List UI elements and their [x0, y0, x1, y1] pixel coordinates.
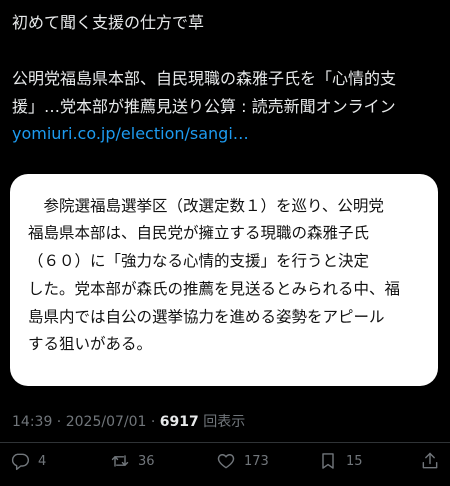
quote-text-line: 参院選福島選挙区（改選定数１）を巡り、公明党 — [28, 197, 384, 215]
post-metadata: 14:39 · 2025/07/01 · 6917 回表示 — [12, 412, 245, 432]
reply-icon — [11, 453, 30, 471]
bookmark-button[interactable]: 15 — [318, 448, 363, 474]
quoted-article-image[interactable]: 参院選福島選挙区（改選定数１）を巡り、公明党 福島県本部は、自民党が擁立する現職… — [10, 174, 438, 386]
like-count: 173 — [244, 453, 269, 469]
post-date[interactable]: 2025/07/01 — [66, 414, 147, 430]
post-text-line: 援」…党本部が推薦見送り公算 : 読売新聞オンライン — [12, 97, 396, 116]
view-count: 6917 — [159, 414, 199, 430]
reply-button[interactable]: 4 — [10, 448, 46, 474]
reply-count: 4 — [38, 453, 47, 469]
quote-text-line: 福島県本部は、自民党が擁立する現職の森雅子氏 — [28, 224, 370, 242]
meta-separator: · — [146, 414, 160, 430]
like-button[interactable]: 173 — [216, 448, 269, 474]
view-label: 回表示 — [198, 414, 246, 430]
article-link[interactable]: yomiuri.co.jp/election/sangi… — [12, 122, 249, 146]
post-text-line: 初めて聞く支援の仕方で草 — [12, 13, 205, 32]
share-icon — [422, 452, 438, 469]
quote-text-line: する狙いがある。 — [28, 335, 153, 353]
heart-icon — [217, 454, 235, 469]
post-time[interactable]: 14:39 — [12, 414, 52, 430]
bookmark-icon — [322, 453, 334, 469]
share-button[interactable] — [420, 448, 440, 474]
quote-text-line: した。党本部が森氏の推薦を見送るとみられる中、福 — [28, 280, 401, 298]
bookmark-count: 15 — [346, 453, 363, 469]
repost-count: 36 — [138, 453, 155, 469]
divider — [0, 442, 450, 443]
repost-icon — [111, 455, 129, 467]
meta-separator: · — [52, 414, 66, 430]
quote-text-line: 島県内では自公の選挙協力を進める姿勢をアピール — [28, 308, 385, 326]
repost-button[interactable]: 36 — [110, 448, 155, 474]
quote-text-line: （６０）に「強力なる心情的支援」を行うと決定 — [28, 252, 370, 270]
post-text-line: 公明党福島県本部、自民現職の森雅子氏を「心情的支 — [12, 69, 397, 88]
